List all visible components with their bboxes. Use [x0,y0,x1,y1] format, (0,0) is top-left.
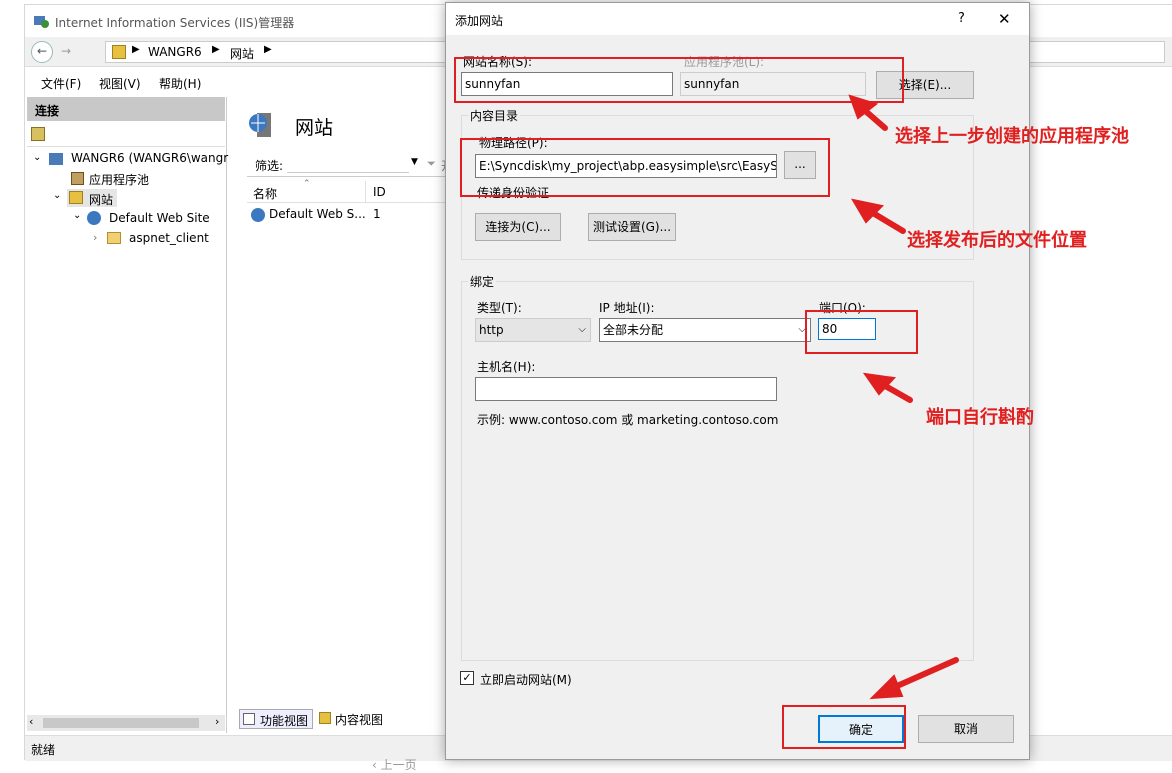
annotation-port: 端口自行斟酌 [926,407,1034,428]
annotation-arrows [848,94,959,700]
annotation-path: 选择发布后的文件位置 [907,230,1087,251]
annotation-app-pool: 选择上一步创建的应用程序池 [895,126,1129,147]
arrow-head-icon [869,674,904,700]
